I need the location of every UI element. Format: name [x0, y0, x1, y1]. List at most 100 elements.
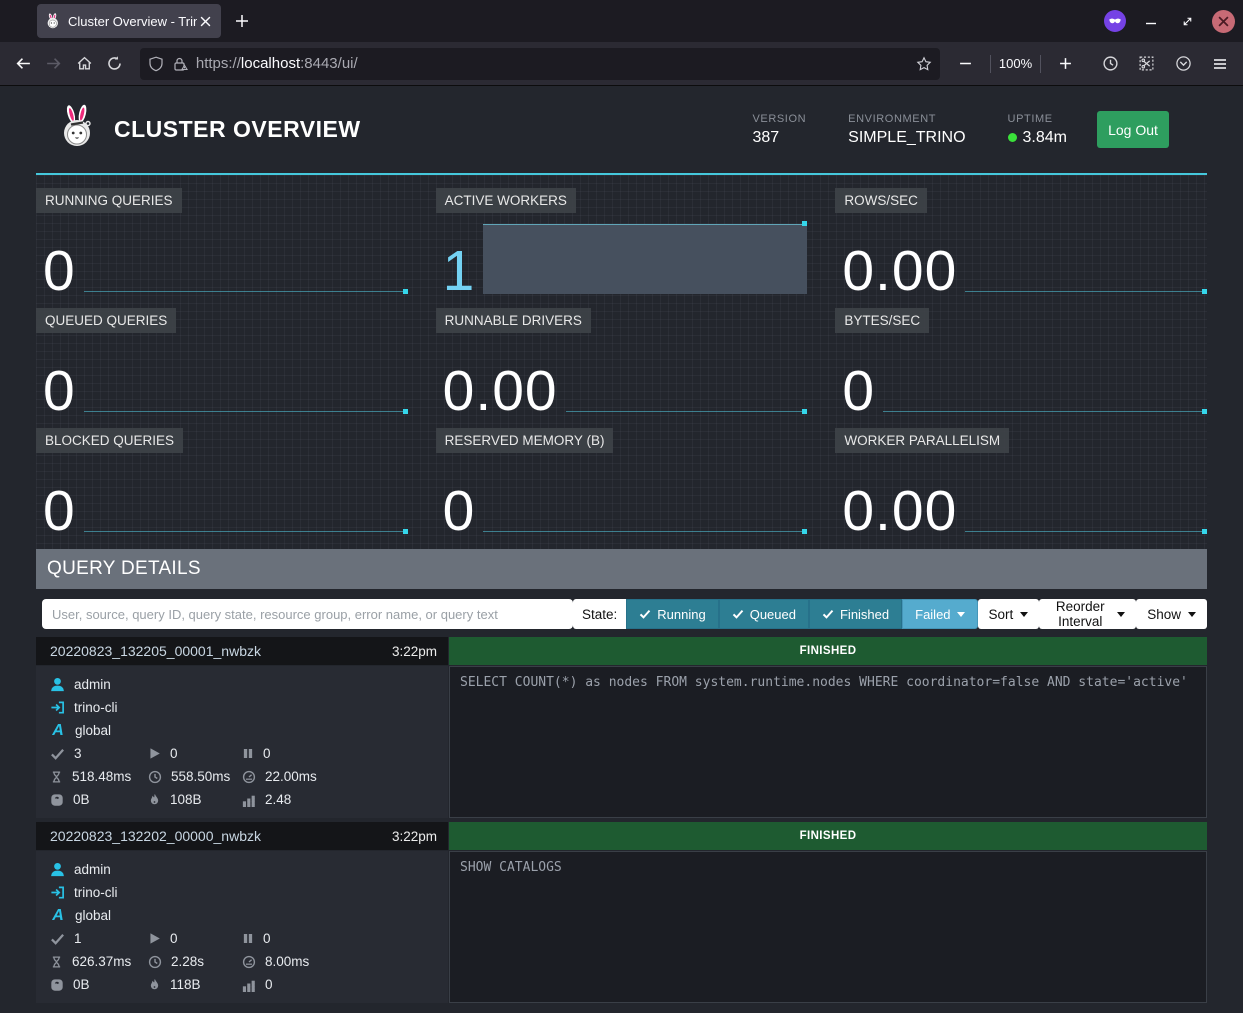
zoom-in-button[interactable] — [1049, 48, 1081, 80]
query-source: trino-cli — [74, 700, 118, 715]
pocket-icon[interactable] — [1168, 48, 1198, 80]
zoom-out-button[interactable] — [950, 48, 982, 80]
show-dropdown[interactable]: Show — [1136, 599, 1207, 629]
state-filter-label: State: — [573, 599, 626, 629]
state-queued-button[interactable]: Queued — [719, 599, 809, 629]
url-text[interactable]: https://localhost:8443/ui/ — [196, 55, 916, 72]
new-tab-button[interactable] — [227, 6, 257, 36]
cpu-time-value: 22.00ms — [265, 769, 317, 784]
query-user: admin — [74, 677, 111, 692]
tile-label: ACTIVE WORKERS — [436, 188, 576, 213]
cumulative-memory-value: 2.48 — [265, 792, 291, 807]
queued-splits-icon — [242, 932, 254, 945]
reload-button[interactable] — [99, 48, 129, 80]
window-restore-button[interactable] — [1176, 10, 1198, 32]
elapsed-time-clock-icon — [148, 955, 162, 969]
cpu-time-value: 8.00ms — [265, 954, 309, 969]
tile-label: RESERVED MEMORY (B) — [436, 428, 614, 453]
tile-label: RUNNABLE DRIVERS — [436, 308, 591, 333]
query-status-badge: FINISHED — [449, 637, 1207, 665]
tile-queued-queries: QUEUED QUERIES 0 — [36, 308, 408, 417]
completed-splits-value: 1 — [74, 931, 82, 946]
query-user: admin — [74, 862, 111, 877]
running-splits-icon — [148, 747, 161, 760]
menu-hamburger-icon[interactable] — [1205, 48, 1235, 80]
peak-memory-value: 108B — [170, 792, 202, 807]
chevron-down-icon — [1188, 612, 1196, 617]
query-stats-panel: admin trino-cli A global 1 0 — [36, 851, 448, 1003]
zoom-level[interactable]: 100% — [999, 56, 1032, 71]
sparkline — [957, 188, 1207, 297]
window-close-button[interactable] — [1212, 10, 1235, 33]
state-failed-dropdown[interactable]: Failed — [902, 599, 977, 629]
window-minimize-button[interactable] — [1140, 10, 1162, 32]
cpu-time-gauge-icon — [242, 770, 256, 784]
page-title: CLUSTER OVERVIEW — [114, 116, 361, 143]
url-bar[interactable]: https://localhost:8443/ui/ — [140, 48, 940, 80]
query-id-link[interactable]: 20220823_132202_00000_nwbzk — [50, 828, 392, 844]
elapsed-time-value: 558.50ms — [171, 769, 230, 784]
query-source: trino-cli — [74, 885, 118, 900]
tile-worker-parallelism: WORKER PARALLELISM 0.00 — [835, 428, 1207, 537]
completed-splits-icon — [50, 746, 65, 761]
sort-dropdown[interactable]: Sort — [978, 599, 1040, 629]
uptime-label: UPTIME — [1008, 113, 1067, 125]
lock-warning-icon[interactable] — [172, 56, 188, 72]
separator — [1040, 55, 1041, 73]
browser-navbar: https://localhost:8443/ui/ 100% — [0, 42, 1243, 86]
source-signin-icon — [50, 700, 65, 715]
shield-icon[interactable] — [148, 56, 164, 72]
query-id-link[interactable]: 20220823_132205_00001_nwbzk — [50, 643, 392, 659]
queued-splits-value: 0 — [263, 931, 271, 946]
queued-splits-value: 0 — [263, 746, 271, 761]
chevron-down-icon — [1117, 612, 1125, 617]
user-icon — [50, 862, 65, 877]
state-running-button[interactable]: Running — [626, 599, 718, 629]
query-details-title: QUERY DETAILS — [47, 558, 201, 580]
query-details-header: QUERY DETAILS — [36, 549, 1207, 589]
uptime-value: 3.84m — [1023, 129, 1067, 147]
check-icon — [639, 608, 651, 620]
tab-close-icon[interactable] — [197, 13, 213, 29]
uptime-block: UPTIME 3.84m — [1008, 113, 1067, 147]
app-header: CLUSTER OVERVIEW VERSION 387 ENVIRONMENT… — [36, 86, 1207, 175]
queued-splits-icon — [242, 747, 254, 760]
bookmark-star-icon[interactable] — [916, 56, 932, 72]
tile-runnable-drivers: RUNNABLE DRIVERS 0.00 — [436, 308, 808, 417]
tile-rows-sec: ROWS/SEC 0.00 — [835, 188, 1207, 297]
completed-splits-icon — [50, 931, 65, 946]
query-list: 20220823_132205_00001_nwbzk 3:22pm FINIS… — [36, 637, 1207, 1003]
current-memory-scale-icon — [50, 793, 64, 807]
running-splits-value: 0 — [170, 931, 178, 946]
query-header: 20220823_132202_00000_nwbzk 3:22pm — [36, 822, 448, 850]
tile-value: 0 — [835, 365, 875, 417]
resource-group-icon: A — [50, 722, 66, 740]
environment-value: SIMPLE_TRINO — [848, 129, 965, 147]
back-button[interactable] — [8, 48, 38, 80]
tile-label: BYTES/SEC — [835, 308, 929, 333]
environment-block: ENVIRONMENT SIMPLE_TRINO — [848, 113, 965, 147]
tile-value: 0 — [36, 365, 76, 417]
separator — [990, 55, 991, 73]
logout-button[interactable]: Log Out — [1097, 111, 1169, 148]
tile-value: 0 — [36, 245, 76, 297]
browser-tab[interactable]: Cluster Overview - Trino — [37, 4, 221, 38]
forward-button[interactable] — [38, 48, 68, 80]
elapsed-time-clock-icon — [148, 770, 162, 784]
home-button[interactable] — [69, 48, 99, 80]
tile-label: WORKER PARALLELISM — [835, 428, 1009, 453]
screenshot-icon[interactable] — [1132, 48, 1162, 80]
reorder-interval-dropdown[interactable]: Reorder Interval — [1039, 599, 1136, 629]
query-search-input[interactable] — [42, 599, 573, 629]
running-splits-icon — [148, 932, 161, 945]
history-clock-icon[interactable] — [1095, 48, 1125, 80]
check-icon — [822, 608, 834, 620]
running-splits-value: 0 — [170, 746, 178, 761]
state-finished-button[interactable]: Finished — [809, 599, 902, 629]
trino-cluster-overview-page: CLUSTER OVERVIEW VERSION 387 ENVIRONMENT… — [0, 86, 1243, 1013]
tile-label: BLOCKED QUERIES — [36, 428, 183, 453]
query-header: 20220823_132205_00001_nwbzk 3:22pm — [36, 637, 448, 665]
wall-time-value: 626.37ms — [72, 954, 131, 969]
query-row: 20220823_132202_00000_nwbzk 3:22pm FINIS… — [36, 822, 1207, 1003]
peak-memory-flame-icon — [148, 978, 161, 992]
